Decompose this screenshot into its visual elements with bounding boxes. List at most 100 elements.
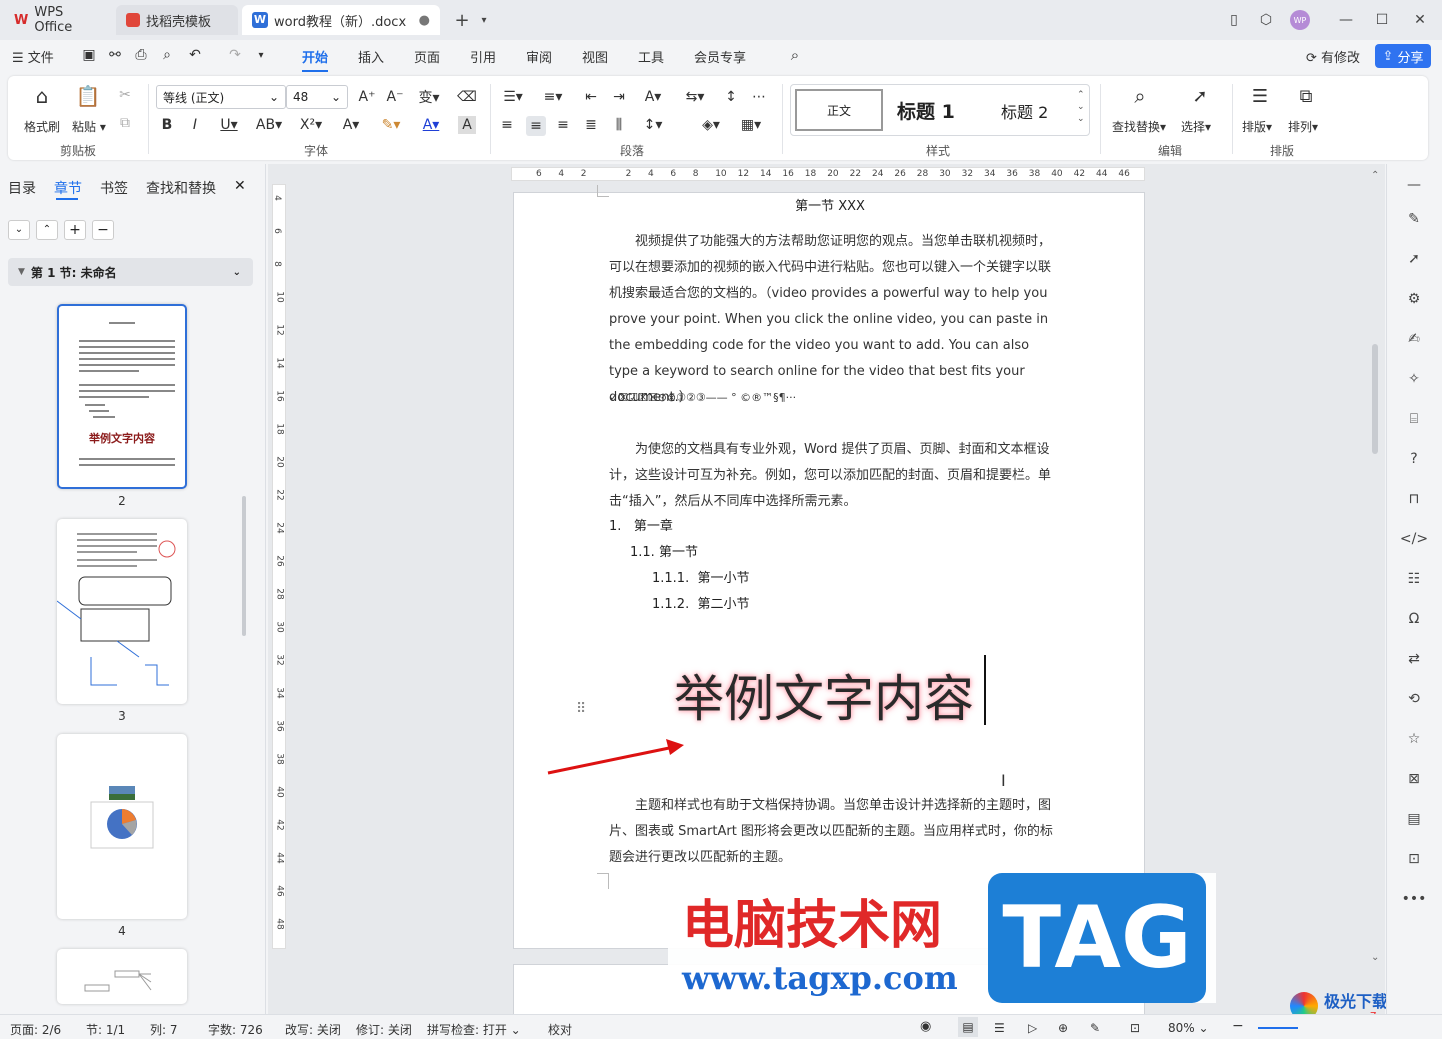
help-icon[interactable]: ? — [1403, 448, 1425, 470]
file-search-icon[interactable]: ⊡ — [1403, 848, 1425, 870]
avatar[interactable]: WP — [1290, 10, 1310, 30]
quick-access-dropdown-icon[interactable]: ▾ — [252, 46, 270, 64]
remove-section-icon[interactable]: − — [92, 220, 114, 240]
style-scroll-icon[interactable]: ⌃ ⌄ ⌄ — [1077, 89, 1085, 125]
highlight-icon[interactable]: ✎▾ — [376, 116, 406, 134]
fit-page-icon[interactable]: ⊡ — [1130, 1021, 1140, 1035]
font-name-select[interactable]: 等线 (正文) ⌄ — [156, 85, 286, 109]
distributed-icon[interactable]: ⫼ — [610, 116, 628, 134]
move-down-icon[interactable]: ⌄ — [8, 220, 30, 240]
horizontal-ruler[interactable]: 6 4 2 2 4 6 8 10 12 14 16 18 20 22 24 26 28 30 32 34 36 38 40 4… — [511, 167, 1145, 181]
page-thumbnail-4[interactable] — [57, 734, 187, 919]
zoom-slider[interactable] — [1258, 1027, 1298, 1029]
status-section[interactable]: 节: 1/1 — [86, 1021, 125, 1038]
arrange-icon[interactable]: ⧉ — [1294, 84, 1318, 108]
eye-icon[interactable]: ◉ — [920, 1019, 931, 1034]
text-effect-icon[interactable]: A▾ — [336, 116, 366, 134]
style-heading-2[interactable]: 标题 2 — [1001, 99, 1048, 123]
lock-icon[interactable]: ⊓ — [1403, 488, 1425, 510]
cut-icon[interactable]: ✂ — [116, 86, 134, 104]
document-page[interactable]: 第一节 XXX 视频提供了功能强大的方法帮助您证明您的观点。当您单击联机视频时，… — [513, 185, 1146, 949]
symbol-line[interactable]: ✓☒☑☒☒⊙⊗①②③—— ° ©®™§¶··· — [609, 385, 1056, 411]
pen-icon[interactable]: ✎ — [1403, 208, 1425, 230]
redo-icon[interactable]: ↷ — [226, 46, 244, 64]
text-direction-icon[interactable]: ⇆▾ — [682, 88, 708, 106]
menu-view[interactable]: 视图 — [582, 47, 608, 66]
format-painter-label[interactable]: 格式刷 — [24, 118, 60, 135]
paragraph[interactable]: 视频提供了功能强大的方法帮助您证明您的观点。当您单击联机视频时，可以在想要添加的… — [609, 229, 1056, 411]
translate-icon[interactable]: ⇄ — [1403, 648, 1425, 670]
find-replace-icon[interactable]: ⌕ — [1128, 84, 1152, 108]
select-label[interactable]: 选择▾ — [1181, 118, 1211, 135]
menu-tools[interactable]: 工具 — [638, 47, 664, 66]
drag-handle-icon[interactable]: ⠿ — [576, 701, 586, 717]
minimize-icon[interactable]: — — [1336, 10, 1356, 30]
adjust-icon[interactable]: ⚙ — [1403, 288, 1425, 310]
page-view-icon[interactable]: ▤ — [958, 1017, 978, 1037]
star-folder-icon[interactable]: ☆ — [1403, 728, 1425, 750]
menu-review[interactable]: 审阅 — [526, 47, 552, 66]
menu-page[interactable]: 页面 — [414, 47, 440, 66]
menu-member[interactable]: 会员专享 — [694, 47, 746, 66]
align-center-icon[interactable]: ≡ — [526, 116, 546, 136]
typeset-label[interactable]: 排版▾ — [1242, 118, 1272, 135]
font-color-icon[interactable]: A▾ — [416, 116, 446, 134]
sort-icon[interactable]: ↕ — [722, 88, 740, 106]
font-size-select[interactable]: 48 ⌄ — [286, 85, 348, 109]
clear-format-icon[interactable]: ⌫ — [457, 88, 477, 106]
format-painter-icon[interactable]: ⌂ — [30, 84, 54, 108]
document-icon[interactable]: ▤ — [1403, 808, 1425, 830]
align-left-icon[interactable]: ≡ — [498, 116, 516, 134]
omega-icon[interactable]: Ω — [1403, 608, 1425, 630]
justify-icon[interactable]: ≣ — [582, 116, 600, 134]
tab-document[interactable]: W word教程（新）.docx ● — [242, 5, 440, 35]
section-heading[interactable]: 第一节 XXX — [514, 195, 1146, 214]
zoom-out-icon[interactable]: − — [1232, 1018, 1244, 1034]
pointer-icon[interactable]: ➚ — [1403, 248, 1425, 270]
find-replace-label[interactable]: 查找替换▾ — [1112, 118, 1166, 135]
style-heading-1[interactable]: 标题 1 — [897, 97, 955, 124]
strikethrough-icon[interactable]: AB▾ — [254, 116, 284, 134]
box-icon[interactable]: ⬡ — [1256, 10, 1276, 30]
increase-indent-icon[interactable]: ⇥ — [610, 88, 628, 106]
modified-status[interactable]: ⟳ 有修改 — [1306, 47, 1360, 66]
tab-wps-office[interactable]: W WPS Office — [4, 5, 112, 35]
paste-label[interactable]: 粘贴 ▾ — [72, 118, 106, 135]
page-thumbnail-2[interactable]: 举例文字内容 — [57, 304, 187, 489]
web-view-icon[interactable]: ⊕ — [1058, 1021, 1068, 1035]
print-preview-icon[interactable]: ⌕ — [158, 46, 176, 64]
more-icon[interactable]: ••• — [1402, 888, 1427, 910]
layout-icon[interactable]: ▯ — [1224, 10, 1244, 30]
code-icon[interactable]: </> — [1400, 528, 1428, 550]
share-button[interactable]: ⇪ 分享 — [1375, 44, 1431, 68]
signature-icon[interactable]: ✍ — [1403, 328, 1425, 350]
undo-icon[interactable]: ↶ — [186, 46, 204, 64]
file-menu[interactable]: ☰ 文件 — [12, 47, 54, 66]
play-icon[interactable]: ▷ — [1028, 1021, 1037, 1035]
close-panel-icon[interactable]: ✕ — [234, 178, 246, 194]
list-item[interactable]: 1.1. 第一节 — [630, 541, 698, 560]
magic-icon[interactable]: ✧ — [1403, 368, 1425, 390]
bullets-icon[interactable]: ☰▾ — [500, 88, 526, 106]
search-icon[interactable]: ⌕ — [786, 46, 804, 64]
superscript-icon[interactable]: X²▾ — [296, 116, 326, 134]
bold-icon[interactable]: B — [158, 116, 176, 134]
tab-bookmarks[interactable]: 书签 — [100, 178, 128, 198]
phonetic-icon[interactable]: 变▾ — [414, 88, 444, 106]
unsaved-dot-icon[interactable]: ● — [419, 13, 430, 28]
borders-icon[interactable]: ▦▾ — [736, 116, 766, 134]
doc-scrollbar[interactable] — [1372, 344, 1378, 454]
panel-scrollbar[interactable] — [242, 496, 246, 636]
typeset-icon[interactable]: ☰ — [1248, 84, 1272, 108]
list-item[interactable]: 1.1.1. 第一小节 — [652, 567, 750, 586]
list-icon[interactable]: ☷ — [1403, 568, 1425, 590]
maximize-icon[interactable]: ☐ — [1372, 10, 1392, 30]
copy-icon[interactable]: ⧉ — [116, 114, 134, 132]
close-icon[interactable]: ✕ — [1410, 10, 1430, 30]
collapse-bar-icon[interactable]: — — [1403, 174, 1425, 196]
tab-find-replace[interactable]: 查找和替换 — [146, 178, 216, 198]
add-section-icon[interactable]: + — [64, 220, 86, 240]
big-example-text[interactable]: 举例文字内容 — [674, 659, 974, 731]
paragraph[interactable]: 为使您的文档具有专业外观，Word 提供了页眉、页脚、封面和文本框设计，这些设计… — [609, 437, 1056, 515]
underline-icon[interactable]: U▾ — [214, 116, 244, 134]
